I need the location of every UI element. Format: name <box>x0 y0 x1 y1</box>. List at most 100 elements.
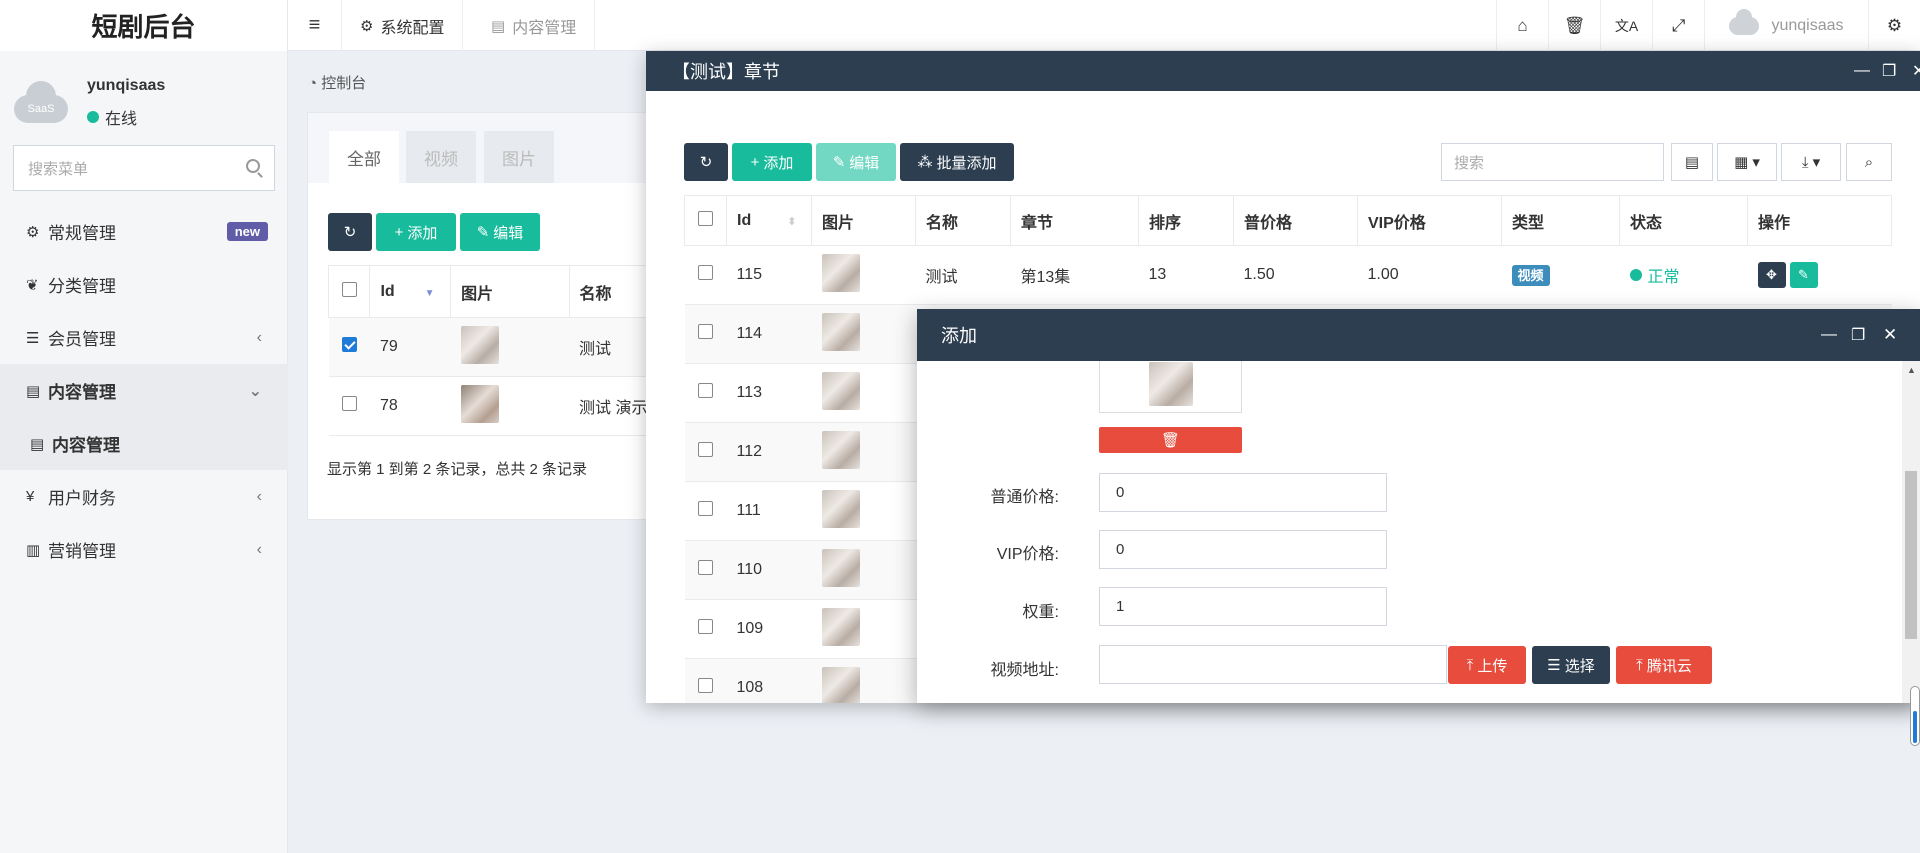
cogs-icon: ⚙ <box>26 223 40 241</box>
add-modal-header[interactable]: 添加 — ❐ ✕ <box>917 309 1920 361</box>
add-button[interactable]: + 添加 <box>376 213 456 251</box>
select-all-checkbox[interactable] <box>341 281 357 297</box>
weight-field[interactable]: 1 <box>1099 587 1387 626</box>
thumbnail-image[interactable] <box>460 325 499 364</box>
select-all-checkbox[interactable] <box>698 210 713 226</box>
clear-cache-button[interactable]: 🗑 <box>1548 0 1600 51</box>
close-button[interactable]: ✕ <box>1883 309 1897 361</box>
export-button[interactable]: ⤓ ▾ <box>1781 143 1841 181</box>
vip-price-field[interactable]: 0 <box>1099 530 1387 569</box>
search-placeholder: 搜索 <box>1454 154 1485 172</box>
column-header-id[interactable]: Id ⬍ <box>726 195 812 246</box>
row-edit-button[interactable]: ✎ <box>1789 262 1818 288</box>
row-checkbox[interactable] <box>698 501 713 516</box>
plus-icon: + <box>750 153 760 171</box>
maximize-button[interactable]: ❐ <box>1882 51 1896 91</box>
minimize-button[interactable]: — <box>1854 51 1870 91</box>
price-field[interactable]: 0 <box>1099 473 1387 512</box>
app-logo[interactable]: 短剧后台 <box>0 0 288 51</box>
sidebar-item-general[interactable]: ⚙ 常规管理 new <box>0 205 288 258</box>
columns-button[interactable]: ▦ ▾ <box>1717 143 1777 181</box>
row-checkbox[interactable] <box>698 442 713 457</box>
add-modal-scrollbar[interactable]: ▲ <box>1902 361 1920 703</box>
upload-icon: ⤒ <box>1466 656 1474 674</box>
thumbnail-image[interactable] <box>821 371 860 410</box>
sidebar-item-content[interactable]: ▤ 内容管理 ⌄ <box>0 364 288 417</box>
thumbnail-image[interactable] <box>821 489 860 528</box>
thumbnail-image[interactable] <box>821 253 860 292</box>
maximize-button[interactable]: ❐ <box>1851 309 1865 361</box>
upload-button[interactable]: ⤒ 上传 <box>1448 646 1526 684</box>
breadcrumb[interactable]: ◔ 控制台 <box>308 72 366 93</box>
video-url-label: 视频地址: <box>990 662 1059 679</box>
thumbnail-image[interactable] <box>460 384 499 423</box>
row-checkbox[interactable] <box>698 383 713 398</box>
row-name: 测试 <box>915 245 1011 305</box>
pencil-icon: ✎ <box>1798 267 1809 282</box>
topnav-content-manage[interactable]: ▤ 内容管理 <box>473 0 596 51</box>
choose-button[interactable]: ☰ 选择 <box>1532 646 1610 684</box>
tab-image[interactable]: 图片 <box>484 131 554 183</box>
grid-icon: ▦ ▾ <box>1734 154 1760 171</box>
row-checkbox[interactable] <box>341 396 357 411</box>
row-checkbox[interactable] <box>698 678 713 693</box>
settings-button[interactable]: ⚙ <box>1868 0 1920 51</box>
minimize-button[interactable]: — <box>1821 309 1837 361</box>
choose-label: 选择 <box>1564 657 1595 675</box>
search-button[interactable]: ⌕ <box>1846 143 1892 181</box>
language-button[interactable]: 文A <box>1600 0 1652 51</box>
expand-icon: ⤢ <box>1671 15 1686 35</box>
tab-all[interactable]: 全部 <box>329 131 399 183</box>
topnav-system-config[interactable]: ⚙ 系统配置 <box>342 0 464 51</box>
tencent-cloud-button[interactable]: ⤒ 腾讯云 <box>1616 646 1712 684</box>
refresh-button[interactable]: ↻ <box>328 213 372 251</box>
hamburger-icon: ≡ <box>308 14 321 36</box>
user-menu[interactable]: yunqisaas <box>1704 0 1868 51</box>
sidebar-toggle-button[interactable]: ≡ <box>288 0 342 51</box>
image-preview[interactable] <box>1099 361 1242 413</box>
refresh-button[interactable]: ↻ <box>684 143 728 181</box>
remove-image-button[interactable]: 🗑 <box>1099 427 1242 453</box>
thumbnail-image[interactable] <box>821 430 860 469</box>
row-checkbox[interactable] <box>698 265 713 280</box>
toggle-view-button[interactable]: ▤ <box>1671 143 1713 181</box>
topnav-label: 系统配置 <box>380 19 445 37</box>
table-row[interactable]: 78 测试 演示 <box>328 376 648 436</box>
search-input[interactable]: 搜索 <box>1441 143 1664 181</box>
sidebar-item-finance[interactable]: ¥ 用户财务 ‹ <box>0 470 288 523</box>
scrollbar-thumb[interactable] <box>1905 471 1917 639</box>
edit-button[interactable]: ✎ 编辑 <box>816 143 896 181</box>
add-button[interactable]: + 添加 <box>732 143 812 181</box>
chapter-modal-header[interactable]: 【测试】章节 — ❐ ✕ <box>646 51 1920 91</box>
row-checkbox[interactable] <box>698 324 713 339</box>
row-checkbox[interactable] <box>341 337 357 352</box>
sidebar-subitem-content[interactable]: ▤ 内容管理 <box>0 417 288 470</box>
edit-button[interactable]: ✎ 编辑 <box>460 213 540 251</box>
search-icon: ⌕ <box>1864 153 1874 171</box>
thumbnail-image[interactable] <box>821 607 860 646</box>
thumbnail-image[interactable] <box>821 312 860 351</box>
menu-search-input[interactable]: 搜索菜单 <box>13 145 275 191</box>
page-scrollbar[interactable] <box>1910 686 1920 746</box>
chevron-down-icon: ⌄ <box>248 382 262 400</box>
sidebar-item-category[interactable]: ❦ 分类管理 <box>0 258 288 311</box>
thumbnail-image[interactable] <box>821 666 860 703</box>
video-url-field[interactable] <box>1099 645 1447 684</box>
drag-sort-button[interactable]: ✥ <box>1757 262 1786 288</box>
table-row[interactable]: 79 测试 <box>328 317 648 377</box>
tab-video[interactable]: 视频 <box>406 131 476 183</box>
sidebar-item-marketing[interactable]: ▥ 营销管理 ‹ <box>0 523 288 576</box>
thumbnail-image[interactable] <box>821 548 860 587</box>
preview-image <box>1148 362 1193 406</box>
close-button[interactable]: ✕ <box>1912 51 1920 91</box>
row-checkbox[interactable] <box>698 619 713 634</box>
sidebar-item-members[interactable]: ☰ 会员管理 ‹ <box>0 311 288 364</box>
row-checkbox[interactable] <box>698 560 713 575</box>
home-button[interactable]: ⌂ <box>1496 0 1548 51</box>
scrollbar-thumb[interactable] <box>1913 711 1917 743</box>
table-row[interactable]: 115 测试 第13集 13 1.50 1.00 视频 正常 ✥ ✎ <box>684 245 1892 305</box>
batch-add-button[interactable]: ⁂ 批量添加 <box>900 143 1014 181</box>
column-header-id[interactable]: Id ▼ <box>369 265 452 318</box>
fullscreen-button[interactable]: ⤢ <box>1652 0 1704 51</box>
search-icon[interactable] <box>246 159 260 173</box>
